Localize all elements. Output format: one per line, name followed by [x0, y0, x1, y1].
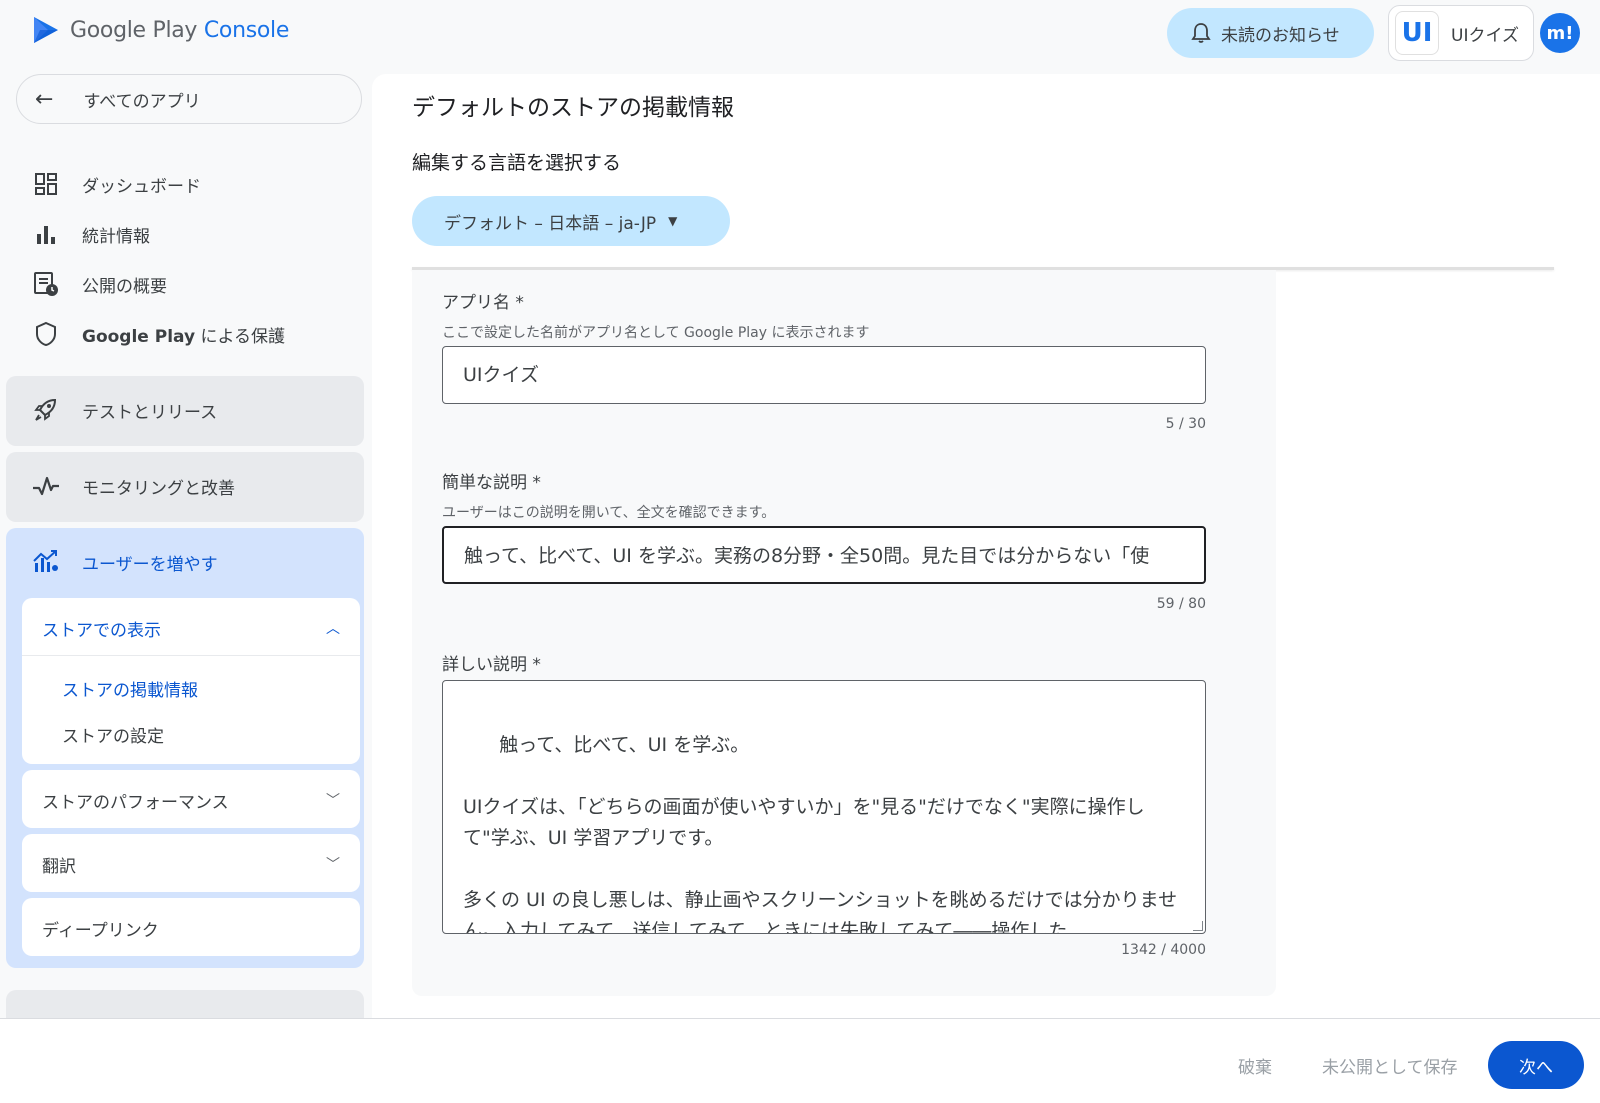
- next-button[interactable]: 次へ: [1488, 1041, 1584, 1089]
- section-monitoring-label: モニタリングと改善: [82, 478, 235, 499]
- notifications-button[interactable]: 未読のお知らせ: [1167, 8, 1374, 58]
- publishing-overview-icon: [32, 270, 60, 298]
- action-footer: 破棄 未公開として保存 次へ: [0, 1018, 1600, 1103]
- google-play-console-logo[interactable]: Google Play Console: [30, 14, 289, 46]
- sidebar-item-label: 統計情報: [82, 226, 150, 247]
- app-switcher[interactable]: UI UIクイズ: [1388, 5, 1534, 61]
- sidebar-item-label: 公開の概要: [82, 276, 167, 297]
- sidebar-item-label: Google Play による保護: [82, 326, 285, 347]
- rocket-icon: [32, 396, 60, 424]
- logo-text: Google Play Console: [70, 17, 290, 43]
- sidebar-link-store-listing[interactable]: ストアの掲載情報: [62, 676, 198, 701]
- sidebar-item-label: ダッシュボード: [82, 176, 201, 197]
- deep-link-group[interactable]: ディープリンク: [22, 898, 360, 956]
- save-draft-button[interactable]: 未公開として保存: [1322, 1053, 1458, 1078]
- translation-title: 翻訳: [42, 857, 76, 877]
- resize-handle-icon[interactable]: [1193, 921, 1203, 931]
- pulse-icon: [32, 472, 60, 500]
- sidebar-item-publishing-overview[interactable]: 公開の概要: [32, 264, 167, 304]
- language-select-value: デフォルト – 日本語 – ja-JP: [444, 213, 657, 234]
- account-avatar[interactable]: m!: [1540, 13, 1580, 53]
- section-grow-users-header[interactable]: ユーザーを増やす: [32, 548, 218, 576]
- sidebar-item-play-protect[interactable]: Google Play による保護: [32, 314, 285, 354]
- section-grow-users-label: ユーザーを増やす: [82, 554, 218, 575]
- sidebar-item-dashboard[interactable]: ダッシュボード: [32, 164, 201, 204]
- section-test-release[interactable]: テストとリリース: [6, 376, 364, 446]
- google-play-logo-icon: [34, 17, 58, 43]
- full-description-label: 詳しい説明 *: [442, 655, 541, 675]
- short-description-help: ユーザーはこの説明を開いて、全文を確認できます。: [442, 505, 776, 521]
- shield-icon: [32, 320, 60, 348]
- app-name-counter: 5 / 30: [1165, 416, 1206, 432]
- chevron-up-icon: ︿: [326, 621, 340, 637]
- store-performance-title: ストアのパフォーマンス: [42, 793, 229, 813]
- all-apps-label: すべてのアプリ: [83, 91, 201, 112]
- caret-down-icon: ▼: [668, 214, 678, 228]
- deep-link-title: ディープリンク: [42, 921, 159, 941]
- bar-chart-icon: [32, 220, 60, 248]
- sidebar-item-partial[interactable]: [6, 990, 364, 1018]
- main-content: デフォルトのストアの掲載情報 編集する言語を選択する デフォルト – 日本語 –…: [372, 74, 1600, 1018]
- app-name-input[interactable]: UIクイズ: [442, 346, 1206, 404]
- notifications-label: 未読のお知らせ: [1221, 25, 1340, 46]
- language-select-button[interactable]: デフォルト – 日本語 – ja-JP ▼: [412, 196, 730, 246]
- chevron-down-icon: ﹀: [326, 857, 340, 873]
- store-presence-group: ストアでの表示 ︿ ストアの掲載情報 ストアの設定: [22, 598, 360, 764]
- store-presence-title: ストアでの表示: [42, 621, 161, 641]
- discard-button[interactable]: 破棄: [1238, 1053, 1272, 1078]
- top-bar: Google Play Console 未読のお知らせ UI UIクイズ m!: [0, 0, 1600, 68]
- grow-users-icon: [32, 548, 60, 576]
- translation-group[interactable]: 翻訳 ﹀: [22, 834, 360, 892]
- section-grow-users: ユーザーを増やす ストアでの表示 ︿ ストアの掲載情報 ストアの設定 ストアのパ…: [6, 528, 364, 968]
- back-arrow-icon: ←: [35, 86, 54, 112]
- app-name: UIクイズ: [1451, 25, 1519, 46]
- app-name-help: ここで設定した名前がアプリ名として Google Play に表示されます: [442, 325, 870, 341]
- language-select-label: 編集する言語を選択する: [412, 152, 622, 174]
- sidebar: ← すべてのアプリ ダッシュボード 統計情報 公開の概要 Google Play…: [0, 68, 370, 1018]
- dashboard-icon: [32, 170, 60, 198]
- all-apps-button[interactable]: ← すべてのアプリ: [16, 74, 362, 124]
- store-performance-group[interactable]: ストアのパフォーマンス ﹀: [22, 770, 360, 828]
- store-presence-header[interactable]: ストアでの表示 ︿: [22, 598, 360, 656]
- sidebar-item-statistics[interactable]: 統計情報: [32, 214, 150, 254]
- section-monitoring[interactable]: モニタリングと改善: [6, 452, 364, 522]
- app-icon: UI: [1395, 11, 1439, 55]
- full-description-text: 触って、比べて、UI を学ぶ。 UIクイズは、「どちらの画面が使いやすいか」を"…: [463, 734, 1178, 934]
- short-description-counter: 59 / 80: [1156, 596, 1206, 612]
- short-description-input[interactable]: 触って、比べて、UI を学ぶ。実務の8分野・全50問。見た目では分からない「使: [442, 526, 1206, 584]
- app-name-label: アプリ名 *: [442, 293, 524, 313]
- sidebar-link-store-settings[interactable]: ストアの設定: [62, 722, 164, 747]
- listing-form: アプリ名 * ここで設定した名前がアプリ名として Google Play に表示…: [412, 270, 1276, 996]
- section-test-release-label: テストとリリース: [82, 402, 218, 423]
- full-description-counter: 1342 / 4000: [1121, 942, 1206, 958]
- chevron-down-icon: ﹀: [326, 793, 340, 809]
- bell-icon: [1191, 23, 1211, 43]
- page-title: デフォルトのストアの掲載情報: [412, 95, 734, 121]
- short-description-label: 簡単な説明 *: [442, 473, 541, 493]
- full-description-textarea[interactable]: 触って、比べて、UI を学ぶ。 UIクイズは、「どちらの画面が使いやすいか」を"…: [442, 680, 1206, 934]
